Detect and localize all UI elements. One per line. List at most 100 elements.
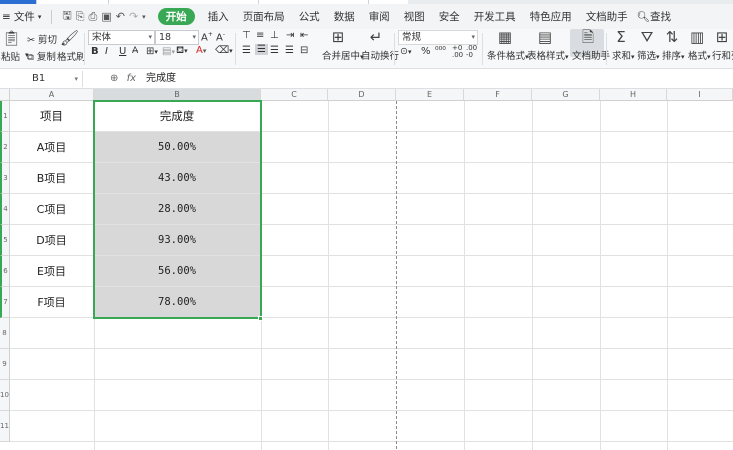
indent-icon[interactable]: ⇥ [286,30,294,41]
filter-label[interactable]: 筛选▾ [637,48,660,62]
row-col-button[interactable]: ⊞ [715,30,729,45]
file-menu-label: 文件 [13,11,35,23]
formula-input[interactable]: 完成度 [146,71,176,87]
divider [606,33,607,65]
border-icon[interactable]: ⊞▾ [146,46,158,57]
copy-icon: ⧉ [27,52,34,63]
tab-insert[interactable]: 插入 [201,9,236,24]
percent-icon[interactable]: % [421,46,431,57]
sum-label[interactable]: 求和▾ [612,48,635,62]
undo-icon[interactable]: ↶ [116,10,125,23]
cut-button[interactable]: ✂ 剪切 [27,32,57,46]
number-format-value: 常规 [402,32,422,43]
auto-wrap-button[interactable]: ↵ [368,30,384,45]
fill-handle[interactable] [258,316,263,321]
increase-decimal-icon[interactable]: +0.00 [452,45,463,59]
doc-assistant-label[interactable]: 文档助手 [572,48,610,62]
tab-page-layout[interactable]: 页面布局 [236,9,292,24]
ribbon-toolbar: 📋︎ 粘贴 ▾ ✂ 剪切 ⧉ 复制 🖌︎ 格式刷 宋体 ▾ 18 ▾ A+ A- B… [0,29,733,69]
save-icon[interactable]: 🖫 [62,7,71,26]
conditional-format-button[interactable]: ▦ [497,30,513,45]
eraser-icon[interactable]: ⌫▾ [215,45,233,56]
underline-icon[interactable]: U [119,46,126,57]
sum-button[interactable]: Σ [614,30,628,45]
copy-label: 复制 [36,52,56,63]
chevron-down-icon: ▾ [631,53,635,61]
align-left-icon[interactable]: ☰ [242,45,251,56]
format-painter-label[interactable]: 格式刷 [57,49,86,63]
strikethrough-icon[interactable]: A̶ [132,46,138,56]
distribute-icon[interactable]: ⊟ [300,45,308,56]
merge-center-button[interactable]: ⊞ [330,30,346,45]
divider [235,33,236,65]
print-icon[interactable]: ⎙ [89,10,98,24]
sort-label[interactable]: 排序▾ [662,48,685,62]
bold-icon[interactable]: B [91,46,99,57]
fx-icon[interactable]: fx [127,73,136,84]
sort-text: 排序 [662,51,682,62]
align-bottom-icon[interactable]: ⊥ [270,30,279,41]
number-format-select[interactable]: 常规 ▾ [398,30,478,45]
row-col-icon: ⊞ [715,28,729,46]
search-label: 查找 [650,11,672,23]
align-top-icon[interactable]: ⊤ [242,30,251,41]
font-name-select[interactable]: 宋体 ▾ [88,30,155,45]
doc-assistant-button[interactable]: 🗎 [580,30,596,45]
tab-special[interactable]: 特色应用 [523,9,579,24]
tab-doc-assistant[interactable]: 文档助手 [579,9,635,24]
font-color-icon[interactable]: A▾ [196,45,206,56]
chevron-down-icon: ▾ [471,33,475,41]
decrease-font-icon[interactable]: A- [216,31,225,43]
filter-button[interactable]: ⛛ [640,30,654,45]
paint-bucket-icon[interactable]: ⛾▾ [176,45,188,58]
table-style-button[interactable]: ▤ [537,30,553,45]
thousands-icon[interactable]: ⁰⁰⁰ [435,46,446,56]
decrease-decimal-icon[interactable]: .00 -0 [466,45,477,59]
table-style-text: 表格样式 [527,51,566,62]
chevron-down-icon[interactable]: ▾ [142,13,146,21]
outdent-icon[interactable]: ⇤ [300,30,308,41]
paste-button[interactable]: 📋︎ [2,31,21,46]
italic-icon[interactable]: I [105,46,108,57]
conditional-format-label[interactable]: 条件格式▾ [487,48,529,62]
currency-icon[interactable]: ⊙▾ [400,46,411,57]
format-painter-button[interactable]: 🖌︎ [60,31,79,46]
print-preview-icon[interactable]: ▣ [101,10,111,23]
search-icon: 🔍︎ [636,11,651,23]
align-center-icon[interactable]: ☰ [255,44,268,55]
tab-review[interactable]: 审阅 [362,9,397,24]
table-style-label[interactable]: 表格样式▾ [527,48,569,62]
tab-developer[interactable]: 开发工具 [467,9,523,24]
spreadsheet-grid: A B C D E F G H I 1 2 3 4 5 6 7 8 9 10 1… [0,89,733,450]
filter-icon: ⛛ [640,28,654,46]
tab-formulas[interactable]: 公式 [292,9,327,24]
font-size-select[interactable]: 18 ▾ [155,30,199,45]
merge-center-text: 合并居中 [322,51,361,62]
format-button[interactable]: ▥ [690,30,704,45]
sort-button[interactable]: ⇅ [665,30,679,45]
export-pdf-icon[interactable]: ⎘ [76,10,85,24]
formula-tools: ⊕ fx [110,71,136,87]
chevron-down-icon: ▾ [707,53,711,61]
justify-icon[interactable]: ☰ [285,45,294,56]
tab-security[interactable]: 安全 [432,9,467,24]
name-box[interactable]: B1 ▾ [0,71,83,87]
paste-label[interactable]: 粘贴 [1,49,20,63]
format-label[interactable]: 格式▾ [688,48,711,62]
chevron-down-icon: ▾ [192,33,196,41]
tab-home[interactable]: 开始 [157,8,195,25]
tab-data[interactable]: 数据 [327,9,362,24]
tab-view[interactable]: 视图 [397,9,432,24]
merge-cells-icon: ⊞ [331,28,345,46]
file-menu[interactable]: ≡ 文件 ▾ [0,9,47,24]
copy-button[interactable]: ⧉ 复制 [27,49,56,63]
fill-color-icon[interactable]: ▤▾ [162,46,175,57]
zoom-icon[interactable]: ⊕ [110,73,118,84]
search-button[interactable]: 🔍︎查找 [635,9,678,24]
redo-icon[interactable]: ↷ [129,10,138,23]
align-right-icon[interactable]: ☰ [270,45,279,56]
align-middle-icon[interactable]: ≡ [256,30,264,41]
row-col-label[interactable]: 行和列 [712,48,733,62]
increase-font-icon[interactable]: A+ [201,31,213,43]
merge-center-label[interactable]: 合并居中▾ [322,48,364,62]
